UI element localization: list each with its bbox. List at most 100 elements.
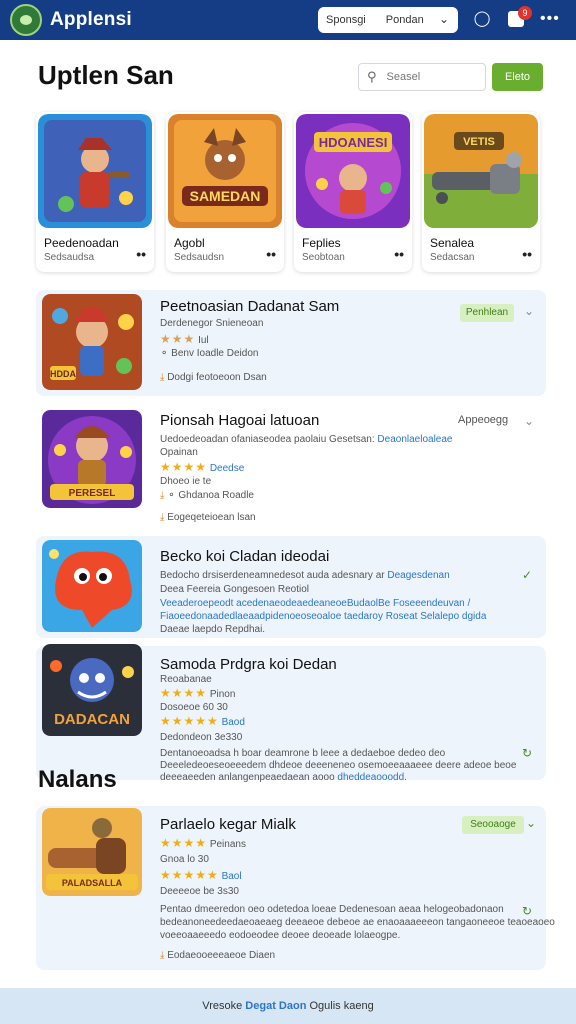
- refresh-icon[interactable]: ↻: [522, 746, 532, 760]
- list-item[interactable]: HDDA Peetnoasian Dadanat Sam Derdenegor …: [36, 290, 546, 396]
- rating-note: Pinon: [209, 689, 236, 700]
- check-icon[interactable]: ✓: [522, 568, 532, 582]
- description-line: voeeoaaeeedo eodoeodee deoee deoeade lol…: [160, 930, 401, 941]
- description-link[interactable]: Deagesdenan: [387, 570, 449, 581]
- rating-row: ★★★★ Deedse: [160, 460, 244, 474]
- star-rating: ★★★★: [160, 460, 208, 474]
- list-item-title: Samoda Prdgra koi Dedan: [160, 656, 337, 673]
- description-line: Deeeledeoeseoeeedem dhdeoe deeeneneo ose…: [160, 760, 517, 771]
- download-icon: ⤓: [160, 950, 165, 961]
- rating-row: ★★★★ Peinans: [160, 836, 246, 850]
- featured-card-name: Agobl: [174, 236, 205, 250]
- footer-link[interactable]: Degat Daon: [245, 1000, 306, 1012]
- description-text: deeeaeeden anlangenpeaedaean aooo: [160, 772, 335, 783]
- description-line: Veeaderoepeodt acedenaeodeaedeaneoeBudao…: [160, 598, 471, 609]
- rating-note: Peinans: [209, 839, 246, 850]
- featured-card[interactable]: HDOANESI Feplies Seobtoan ••: [294, 112, 412, 272]
- list-item-title: Parlaelo kegar Mialk: [160, 816, 296, 833]
- star-rating: ★★★★★: [160, 868, 219, 882]
- refresh-icon[interactable]: ↻: [522, 904, 532, 918]
- description-link[interactable]: dheddeaooodd.: [337, 772, 407, 783]
- description-line: Daeae laepdo Repdhai.: [160, 624, 266, 635]
- select-left-label: Sponsgi: [326, 14, 366, 26]
- footer: Vresoke Degat Daon Ogulis kaeng: [0, 988, 576, 1024]
- download-row: ⤓ Eogeqeteioean lsan: [160, 512, 256, 523]
- description-text: Bedocho drsiserdeneamnedesot auda adesna…: [160, 570, 385, 581]
- top-select[interactable]: Sponsgi Pondan ⌄: [318, 7, 458, 33]
- rating-note[interactable]: Deedse: [210, 463, 244, 474]
- search-box[interactable]: ⚲: [358, 63, 486, 91]
- meta-line: Dedondeon 3e330: [160, 732, 243, 743]
- description-line: Deea Feereia Gongesoen Reotiol: [160, 584, 309, 595]
- featured-card[interactable]: SAMEDAN Agobl Sedsaudsn ••: [166, 112, 284, 272]
- info-row: ⚬ Benv Ioadle Deidon: [160, 348, 258, 359]
- game-thumbnail: VETIS: [424, 114, 538, 228]
- download-icon: ⤓: [160, 512, 165, 523]
- featured-card[interactable]: VETIS Senalea Sedacsan ••: [422, 112, 540, 272]
- featured-card-sub: Sedsaudsa: [44, 252, 95, 263]
- app-title: Applensi: [50, 9, 132, 30]
- game-thumbnail: HDOANESI: [296, 114, 410, 228]
- list-item-title: Peetnoasian Dadanat Sam: [160, 298, 340, 315]
- list-item[interactable]: Becko koi Cladan ideodai Bedocho drsiser…: [36, 536, 546, 638]
- download-row: ⤓ Dodgi feotoeoon Dsan: [160, 372, 267, 383]
- notification-badge: 9: [518, 6, 532, 20]
- featured-card-sub: Sedsaudsn: [174, 252, 225, 263]
- meta-line: Dhoeo ie te: [160, 476, 212, 487]
- more-options-icon[interactable]: ••: [394, 246, 404, 262]
- description-line: Opainan: [160, 447, 198, 458]
- top-bar: Applensi Sponsgi Pondan ⌄ ◯ 9 •••: [0, 0, 576, 40]
- description-text: Uedoedeoadan ofaniaseodea paolaiu Gesets…: [160, 434, 375, 445]
- thumbnail-art-text: DADACAN: [54, 711, 130, 728]
- star-rating: ★★★★★: [160, 714, 219, 728]
- more-options-icon[interactable]: ••: [266, 246, 276, 262]
- chevron-down-icon: ⌄: [438, 12, 449, 26]
- list-item[interactable]: PALADSALLA Parlaelo kegar Mialk ★★★★ Pei…: [36, 806, 555, 970]
- info-text: Benv Ioadle Deidon: [171, 348, 259, 359]
- game-thumbnail: [38, 114, 152, 228]
- footer-text: Ogulis kaeng: [309, 1000, 374, 1012]
- star-rating: ★★★★: [160, 686, 208, 700]
- more-options-icon[interactable]: ••: [136, 246, 146, 262]
- featured-card-sub: Sedacsan: [430, 252, 475, 263]
- download-text: Eodaeooeeeaeoe Diaen: [167, 950, 276, 961]
- download-text: Dodgi feotoeoon Dsan: [167, 372, 267, 383]
- game-thumbnail: PALADSALLA: [42, 808, 142, 896]
- app-logo[interactable]: [10, 4, 42, 36]
- search-icon: ⚲: [367, 69, 377, 84]
- info-icon: ⚬: [160, 348, 169, 359]
- rating-row: ★★★★ Pinon: [160, 686, 235, 700]
- description-line: Dentanoeoadsa h boar deamrone b leee a d…: [160, 748, 446, 759]
- meta-line: Gnoa lo 30: [160, 854, 209, 865]
- chevron-down-icon[interactable]: ⌄: [524, 414, 534, 428]
- chevron-down-icon[interactable]: ⌄: [524, 304, 534, 318]
- description-line: Bedocho drsiserdeneamnedesot auda adesna…: [160, 570, 450, 581]
- info-text: Ghdanoa Roadle: [178, 490, 254, 501]
- description-line: Pentao dmeeredon oeo odetedoa loeae Dede…: [160, 904, 504, 915]
- section-title: Nalans: [38, 766, 117, 793]
- more-options-icon[interactable]: ••: [522, 246, 532, 262]
- list-item[interactable]: PERESEL Pionsah Hagoai latuoan Uedoedeoa…: [36, 406, 546, 526]
- notification-bell-icon[interactable]: ◯: [473, 10, 491, 28]
- rating-note[interactable]: Baod: [222, 717, 245, 728]
- game-thumbnail: PERESEL: [42, 410, 142, 508]
- info-row: ⤓ ⚬ Ghdanoa Roadle: [160, 490, 254, 501]
- status-pill[interactable]: Seooaoge: [462, 816, 524, 834]
- meta-line: Dosoeoe 60 30: [160, 702, 228, 713]
- rating-note[interactable]: Baol: [222, 871, 242, 882]
- status-pill[interactable]: Penhlean: [460, 304, 514, 322]
- description-link[interactable]: Deaonlaeloaleae: [377, 434, 452, 445]
- chevron-down-icon[interactable]: ⌄: [526, 816, 536, 830]
- game-thumbnail: DADACAN: [42, 644, 142, 736]
- go-button[interactable]: Eleto: [492, 63, 543, 91]
- app-label[interactable]: Appeoegg: [458, 414, 508, 426]
- description-line: Reoabanae: [160, 674, 212, 685]
- download-row: ⤓ Eodaeooeeeaeoe Diaen: [160, 950, 275, 961]
- page-title: Uptlen San: [38, 60, 174, 90]
- description-line: Fiaoeedonaadedlaeaadpidenoeoseoaloe taed…: [160, 611, 487, 622]
- featured-card-sub: Seobtoan: [302, 252, 345, 263]
- list-item[interactable]: DADACAN Samoda Prdgra koi Dedan Reoabana…: [36, 644, 546, 783]
- search-input[interactable]: [386, 71, 477, 83]
- more-menu-icon[interactable]: •••: [540, 10, 560, 28]
- featured-card[interactable]: Peedenoadan Sedsaudsa ••: [36, 112, 154, 272]
